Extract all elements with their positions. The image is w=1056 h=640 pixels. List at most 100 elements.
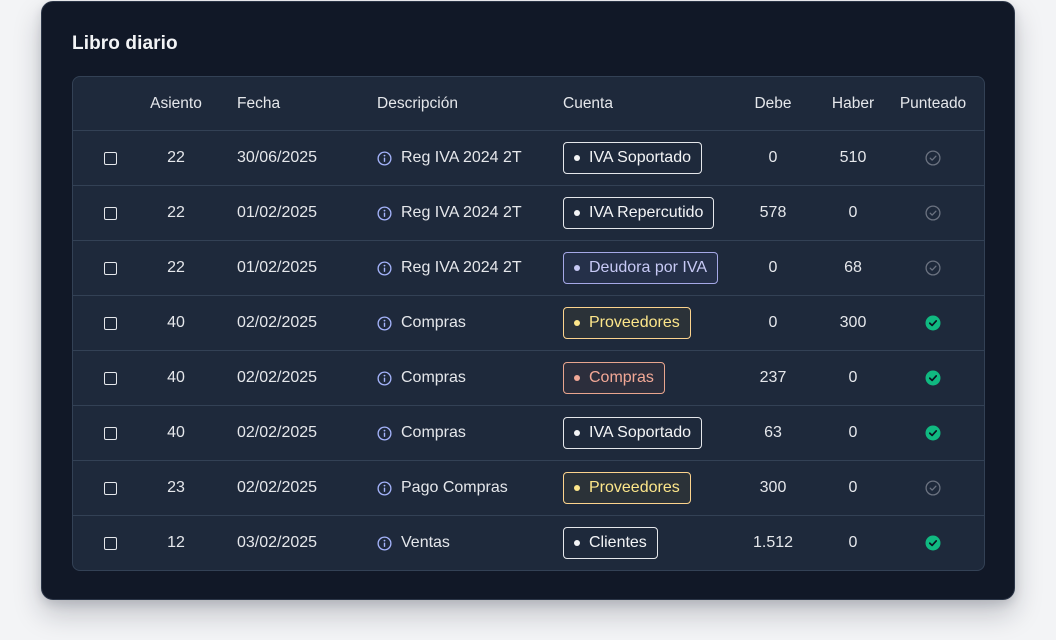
info-icon[interactable] — [377, 260, 392, 276]
haber-cell: 300 — [839, 314, 867, 331]
check-circle-filled-icon[interactable] — [925, 425, 941, 441]
check-circle-filled-icon[interactable] — [925, 315, 941, 331]
cuenta-label: Deudora por IVA — [589, 259, 707, 276]
check-circle-filled-icon[interactable] — [925, 535, 941, 551]
tag-dot-icon — [574, 430, 580, 436]
asiento-cell: 40 — [167, 314, 185, 331]
debe-cell: 237 — [759, 369, 787, 386]
check-circle-outline-icon[interactable] — [925, 480, 941, 496]
haber-cell: 510 — [839, 149, 867, 166]
descripcion-text: Reg IVA 2024 2T — [401, 149, 522, 166]
cuenta-tag[interactable]: IVA Soportado — [563, 142, 702, 174]
descripcion-text: Reg IVA 2024 2T — [401, 204, 522, 221]
descripcion-cell: Pago Compras — [377, 461, 557, 515]
cuenta-label: Compras — [589, 369, 654, 386]
fecha-cell: 02/02/2025 — [237, 424, 318, 441]
tag-dot-icon — [574, 265, 580, 271]
debe-cell: 0 — [768, 149, 778, 166]
asiento-cell: 22 — [167, 204, 185, 221]
row-checkbox[interactable] — [103, 371, 117, 385]
descripcion-text: Pago Compras — [401, 479, 508, 496]
cuenta-label: Clientes — [589, 534, 647, 551]
punteado-cell — [893, 516, 973, 570]
info-icon[interactable] — [377, 425, 392, 441]
row-select-cell — [102, 241, 118, 295]
descripcion-text: Ventas — [401, 534, 450, 551]
column-header-asiento[interactable]: Asiento — [137, 77, 215, 130]
punteado-cell — [893, 351, 973, 405]
punteado-cell — [893, 296, 973, 350]
cuenta-label: IVA Soportado — [589, 149, 691, 166]
row-select-cell — [102, 131, 118, 185]
haber-cell: 68 — [844, 259, 862, 276]
fecha-cell: 02/02/2025 — [237, 479, 318, 496]
table-row: 22 01/02/2025 Reg IVA 2024 2T IVA Reperc… — [73, 185, 984, 240]
fecha-cell: 03/02/2025 — [237, 534, 318, 551]
table-row: 40 02/02/2025 Compras IVA Soportado 63 0 — [73, 405, 984, 460]
cuenta-tag[interactable]: IVA Repercutido — [563, 197, 715, 229]
row-select-cell — [102, 351, 118, 405]
descripcion-cell: Ventas — [377, 516, 557, 570]
info-icon[interactable] — [377, 370, 392, 386]
check-circle-outline-icon[interactable] — [925, 205, 941, 221]
punteado-cell — [893, 186, 973, 240]
table-header-row: Asiento Fecha Descripción Cuenta Debe Ha… — [73, 77, 984, 130]
debe-cell: 300 — [759, 479, 787, 496]
haber-cell: 0 — [848, 534, 858, 551]
cuenta-tag[interactable]: Compras — [563, 362, 665, 394]
cuenta-tag[interactable]: Deudora por IVA — [563, 252, 718, 284]
fecha-cell: 02/02/2025 — [237, 314, 318, 331]
tag-dot-icon — [574, 320, 580, 326]
cuenta-label: IVA Repercutido — [589, 204, 704, 221]
tag-dot-icon — [574, 210, 580, 216]
asiento-cell: 22 — [167, 259, 185, 276]
check-circle-filled-icon[interactable] — [925, 370, 941, 386]
column-header-haber[interactable]: Haber — [813, 77, 893, 130]
table-row: 40 02/02/2025 Compras Compras 237 0 — [73, 350, 984, 405]
table-row: 22 01/02/2025 Reg IVA 2024 2T Deudora po… — [73, 240, 984, 295]
debe-cell: 63 — [764, 424, 782, 441]
journal-table: Asiento Fecha Descripción Cuenta Debe Ha… — [72, 76, 985, 571]
cuenta-tag[interactable]: Proveedores — [563, 307, 691, 339]
column-header-debe[interactable]: Debe — [733, 77, 813, 130]
info-icon[interactable] — [377, 150, 392, 166]
row-checkbox[interactable] — [103, 316, 117, 330]
check-circle-outline-icon[interactable] — [925, 260, 941, 276]
info-icon[interactable] — [377, 315, 392, 331]
check-circle-outline-icon[interactable] — [925, 150, 941, 166]
cuenta-tag[interactable]: IVA Soportado — [563, 417, 702, 449]
tag-dot-icon — [574, 375, 580, 381]
row-checkbox[interactable] — [103, 481, 117, 495]
descripcion-cell: Reg IVA 2024 2T — [377, 131, 557, 185]
column-header-punteado[interactable]: Punteado — [895, 77, 971, 130]
haber-cell: 0 — [848, 369, 858, 386]
haber-cell: 0 — [848, 204, 858, 221]
info-icon[interactable] — [377, 205, 392, 221]
row-checkbox[interactable] — [103, 261, 117, 275]
punteado-cell — [893, 241, 973, 295]
haber-cell: 0 — [848, 479, 858, 496]
row-checkbox[interactable] — [103, 151, 117, 165]
tag-dot-icon — [574, 485, 580, 491]
punteado-cell — [893, 131, 973, 185]
cuenta-tag[interactable]: Clientes — [563, 527, 658, 559]
row-checkbox[interactable] — [103, 426, 117, 440]
asiento-cell: 23 — [167, 479, 185, 496]
fecha-cell: 01/02/2025 — [237, 259, 318, 276]
column-header-descripcion[interactable]: Descripción — [377, 77, 557, 130]
cuenta-label: Proveedores — [589, 314, 680, 331]
fecha-cell: 01/02/2025 — [237, 204, 318, 221]
info-icon[interactable] — [377, 480, 392, 496]
cuenta-label: Proveedores — [589, 479, 680, 496]
descripcion-text: Compras — [401, 314, 466, 331]
info-icon[interactable] — [377, 535, 392, 551]
fecha-cell: 30/06/2025 — [237, 149, 318, 166]
descripcion-cell: Compras — [377, 406, 557, 460]
cuenta-tag[interactable]: Proveedores — [563, 472, 691, 504]
row-checkbox[interactable] — [103, 206, 117, 220]
debe-cell: 578 — [759, 204, 787, 221]
column-header-fecha[interactable]: Fecha — [237, 77, 367, 130]
row-checkbox[interactable] — [103, 536, 117, 550]
fecha-cell: 02/02/2025 — [237, 369, 318, 386]
debe-cell: 0 — [768, 259, 778, 276]
